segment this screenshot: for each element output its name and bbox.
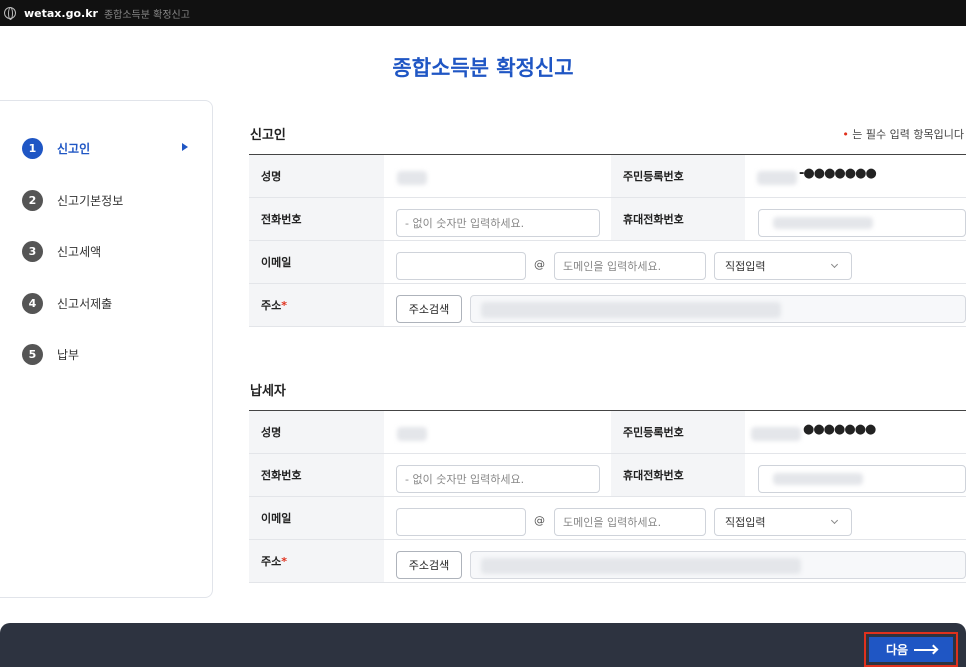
phone-input[interactable]: - 없이 숫자만 입력하세요. — [396, 465, 600, 493]
name-label: 성명 — [249, 411, 384, 453]
step-item-declarant[interactable]: 1 신고인 — [22, 137, 202, 159]
address-label-text: 주소 — [261, 299, 282, 312]
form-row-name: 성명 주민등록번호 -●●●●●●● — [249, 155, 966, 198]
mobile-input[interactable] — [758, 465, 966, 493]
name-label: 성명 — [249, 155, 384, 197]
form-row-phone: 전화번호 - 없이 숫자만 입력하세요. 휴대전화번호 — [249, 198, 966, 241]
step-item-basic-info[interactable]: 2 신고기본정보 — [22, 189, 202, 211]
required-mark: * — [281, 554, 288, 568]
arrow-right-icon — [914, 648, 937, 651]
step-label: 납부 — [57, 347, 80, 362]
step-number: 3 — [22, 240, 43, 262]
email-at-sign: @ — [534, 258, 545, 271]
email-domain-input[interactable]: 도메인을 입력하세요. — [554, 508, 706, 536]
mobile-input[interactable] — [758, 209, 966, 237]
email-domain-select[interactable]: 직접입력 — [714, 252, 852, 280]
next-button[interactable]: 다음 — [869, 637, 953, 662]
chevron-down-icon — [830, 260, 839, 269]
email-domain-select[interactable]: 직접입력 — [714, 508, 852, 536]
step-item-tax-amount[interactable]: 3 신고세액 — [22, 240, 202, 262]
section-title-taxpayer: 납세자 — [250, 384, 286, 399]
form-row-address: 주소 * 주소검색 — [249, 540, 966, 583]
step-item-payment[interactable]: 5 납부 — [22, 343, 202, 365]
redacted-rrn — [751, 427, 801, 441]
chevron-down-icon — [830, 516, 839, 525]
address-label: 주소 * — [249, 540, 384, 582]
next-button-label: 다음 — [885, 643, 909, 657]
email-id-input[interactable] — [396, 252, 526, 280]
redacted-mobile — [773, 217, 873, 229]
select-value: 직접입력 — [725, 260, 766, 273]
email-id-input[interactable] — [396, 508, 526, 536]
address-search-button[interactable]: 주소검색 — [396, 551, 462, 579]
address-search-button[interactable]: 주소검색 — [396, 295, 462, 323]
form-row-email: 이메일 @ 도메인을 입력하세요. 직접입력 — [249, 497, 966, 540]
address-field[interactable] — [470, 295, 966, 323]
redacted-name — [397, 427, 427, 441]
step-number: 1 — [22, 137, 43, 159]
next-button-highlight: 다음 — [864, 632, 958, 667]
rrn-masked-value: -●●●●●●● — [799, 166, 877, 181]
browser-bar: wetax.go.kr 종합소득분 확정신고 — [0, 0, 966, 26]
redacted-address — [481, 558, 801, 574]
step-label: 신고기본정보 — [57, 193, 124, 208]
page-title: 종합소득분 확정신고 — [392, 56, 574, 80]
email-label: 이메일 — [249, 241, 384, 283]
phone-label: 전화번호 — [249, 198, 384, 240]
mobile-label: 휴대전화번호 — [611, 198, 745, 240]
step-number: 2 — [22, 189, 43, 211]
taxpayer-form: 성명 주민등록번호 ●●●●●●● 전화번호 - 없이 숫자만 입력하세요. 휴… — [249, 410, 966, 583]
email-at-sign: @ — [534, 514, 545, 527]
rrn-label: 주민등록번호 — [611, 155, 745, 197]
form-row-address: 주소 * 주소검색 — [249, 284, 966, 327]
step-navigation: 1 신고인 2 신고기본정보 3 신고세액 4 신고서제출 5 납부 — [0, 100, 213, 598]
required-mark: * — [281, 298, 288, 312]
redacted-name — [397, 171, 427, 185]
form-row-email: 이메일 @ 도메인을 입력하세요. 직접입력 — [249, 241, 966, 284]
browser-domain: wetax.go.kr — [24, 6, 98, 20]
address-label: 주소 * — [249, 284, 384, 326]
step-label: 신고서제출 — [57, 296, 113, 311]
phone-input[interactable]: - 없이 숫자만 입력하세요. — [396, 209, 600, 237]
form-row-phone: 전화번호 - 없이 숫자만 입력하세요. 휴대전화번호 — [249, 454, 966, 497]
address-field[interactable] — [470, 551, 966, 579]
section-title-declarant: 신고인 — [250, 128, 286, 143]
select-value: 직접입력 — [725, 516, 766, 529]
redacted-rrn — [757, 171, 797, 185]
caret-right-icon — [182, 143, 188, 151]
declarant-form: 성명 주민등록번호 -●●●●●●● 전화번호 - 없이 숫자만 입력하세요. … — [249, 154, 966, 327]
rrn-label: 주민등록번호 — [611, 411, 745, 453]
redacted-address — [481, 302, 781, 318]
step-item-submit[interactable]: 4 신고서제출 — [22, 292, 202, 314]
address-label-text: 주소 — [261, 555, 282, 568]
step-label: 신고세액 — [57, 244, 102, 259]
form-row-name: 성명 주민등록번호 ●●●●●●● — [249, 411, 966, 454]
required-note-text: 는 필수 입력 항목입니다 — [848, 128, 964, 141]
step-label: 신고인 — [57, 141, 91, 156]
browser-tab-title: 종합소득분 확정신고 — [103, 9, 190, 21]
email-domain-input[interactable]: 도메인을 입력하세요. — [554, 252, 706, 280]
phone-label: 전화번호 — [249, 454, 384, 496]
step-number: 4 — [22, 292, 43, 314]
mobile-label: 휴대전화번호 — [611, 454, 745, 496]
step-number: 5 — [22, 343, 43, 365]
footer-bar — [0, 623, 966, 667]
globe-icon — [4, 7, 16, 20]
required-note: • 는 필수 입력 항목입니다 — [842, 126, 964, 142]
redacted-mobile — [773, 473, 863, 485]
email-label: 이메일 — [249, 497, 384, 539]
rrn-masked-value: ●●●●●●● — [803, 422, 876, 437]
